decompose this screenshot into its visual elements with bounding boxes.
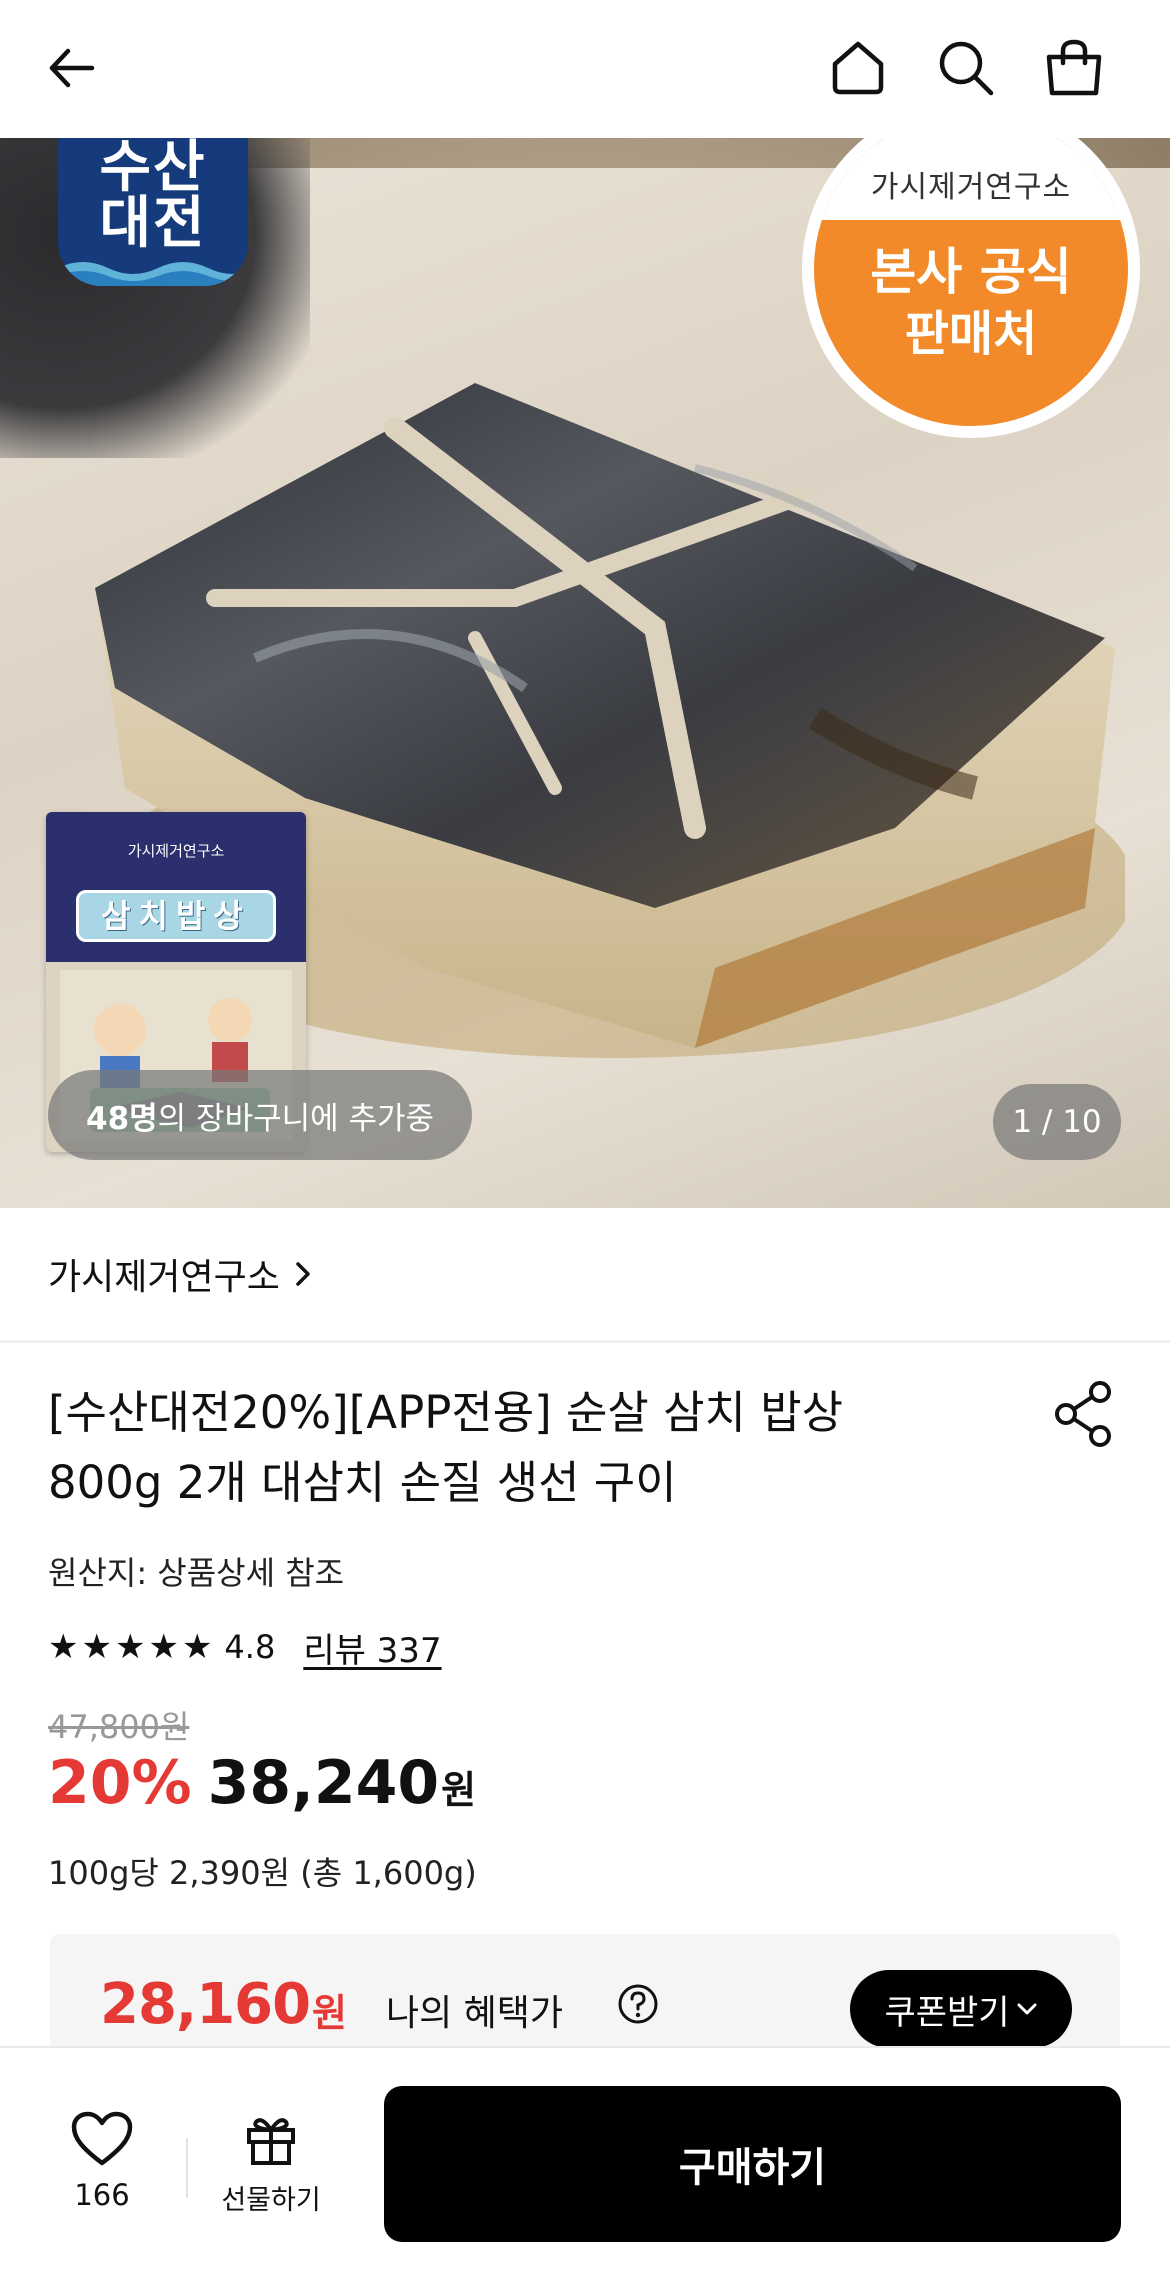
star-icon: ★ bbox=[81, 1627, 112, 1667]
gift-icon bbox=[247, 2118, 295, 2165]
origin-info: 원산지: 상품상세 참조 bbox=[48, 1554, 345, 1592]
original-price: 47,800원 bbox=[48, 1708, 190, 1746]
star-icon: ★ bbox=[114, 1627, 146, 1667]
store-link[interactable]: 가시제거연구소 bbox=[48, 1244, 314, 1304]
top-nav-bar bbox=[0, 0, 1170, 138]
rating-score: 4.8 bbox=[224, 1628, 276, 1666]
image-counter: 1 / 10 bbox=[993, 1084, 1121, 1160]
coupon-button[interactable]: 쿠폰받기 bbox=[850, 1970, 1072, 2048]
product-image-carousel[interactable]: 수산 대전 가시제거연구소 본사 공식 판매처 가시제거연구소 삼치밥상 48명… bbox=[0, 138, 1170, 1208]
help-icon[interactable] bbox=[616, 1982, 660, 2026]
gift-button[interactable]: 선물하기 bbox=[212, 2110, 330, 2230]
bottom-action-bar: 166 선물하기 구매하기 bbox=[0, 2046, 1170, 2275]
buy-button[interactable]: 구매하기 bbox=[384, 2086, 1121, 2242]
shopping-bag-icon[interactable] bbox=[1030, 24, 1118, 112]
star-icon: ★ bbox=[148, 1627, 179, 1667]
store-name: 가시제거연구소 bbox=[48, 1257, 280, 1298]
chevron-right-icon bbox=[296, 1262, 310, 1286]
sale-event-badge: 수산 대전 bbox=[58, 138, 248, 286]
share-icon[interactable] bbox=[1048, 1378, 1120, 1450]
product-title: [수산대전20%][APP전용] 순살 삼치 밥상 800g 2개 대삼치 손질… bbox=[48, 1386, 844, 1509]
star-icon: ★ bbox=[48, 1627, 79, 1667]
heart-icon bbox=[71, 2111, 133, 2166]
bar-separator bbox=[186, 2138, 188, 2198]
sale-price: 38,240 bbox=[207, 1748, 440, 1818]
unit-price: 100g당 2,390원 (총 1,600g) bbox=[48, 1854, 477, 1892]
wishlist-button[interactable]: 166 bbox=[62, 2110, 142, 2230]
benefit-amount: 28,160 bbox=[100, 1972, 311, 2037]
chevron-down-icon bbox=[1017, 2003, 1037, 2015]
star-icon: ★ bbox=[181, 1627, 213, 1667]
benefit-currency: 원 bbox=[312, 1991, 347, 2035]
rating-row: ★ ★ ★ ★ ★ 4.8 리뷰 337 bbox=[48, 1622, 442, 1672]
benefit-label: 나의 혜택가 bbox=[386, 1993, 564, 2034]
home-icon[interactable] bbox=[814, 24, 902, 112]
gift-label: 선물하기 bbox=[221, 2185, 321, 2216]
benefit-price-box: 28,160 원 나의 혜택가 쿠폰받기 bbox=[50, 1934, 1120, 2054]
price-row: 20% 38,240 원 bbox=[48, 1748, 476, 1820]
rating-stars: ★ ★ ★ ★ ★ bbox=[48, 1630, 212, 1664]
review-link[interactable]: 리뷰 337 bbox=[303, 1623, 441, 1672]
section-divider bbox=[0, 1340, 1170, 1343]
wishlist-count: 166 bbox=[74, 2178, 130, 2212]
back-arrow-icon[interactable] bbox=[28, 24, 116, 112]
cart-activity-pill: 48명 의 장바구니에 추가중 bbox=[48, 1070, 473, 1160]
search-icon[interactable] bbox=[922, 24, 1010, 112]
discount-rate: 20% bbox=[48, 1748, 192, 1818]
price-currency: 원 bbox=[441, 1768, 477, 1812]
